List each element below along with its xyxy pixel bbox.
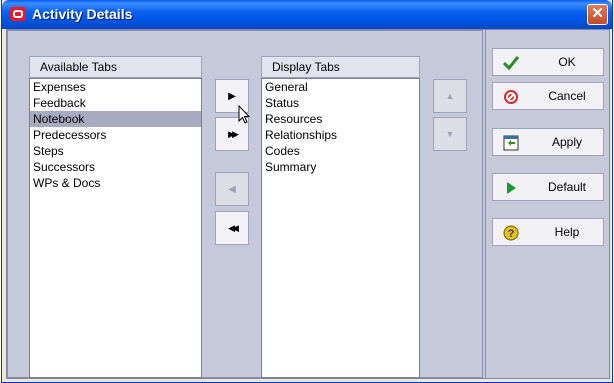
available-tabs-header: Available Tabs (29, 56, 202, 78)
display-tab-item[interactable]: Status (262, 95, 419, 111)
apply-button[interactable]: Apply (492, 128, 604, 156)
available-tab-item[interactable]: Predecessors (30, 127, 201, 143)
ok-label: OK (558, 55, 576, 69)
arrow-left-icon: ◀ (228, 183, 236, 195)
move-up-button[interactable]: ▲ (433, 79, 467, 113)
close-button[interactable]: ✕ (587, 4, 608, 25)
available-tabs-list[interactable]: Expenses Feedback Notebook Predecessors Step… (29, 78, 202, 378)
move-down-button[interactable]: ▼ (433, 117, 467, 151)
display-tab-item[interactable]: Resources (262, 111, 419, 127)
move-left-button[interactable]: ◀ (215, 172, 249, 206)
move-all-left-button[interactable]: ◀◀ (215, 211, 249, 245)
display-tab-item[interactable]: Relationships (262, 127, 419, 143)
double-arrow-right-icon: ▶▶ (228, 128, 239, 139)
available-tab-item[interactable]: WPs & Docs (30, 175, 201, 191)
available-tab-item[interactable]: Expenses (30, 79, 201, 95)
help-button[interactable]: ? Help (492, 218, 604, 246)
ok-button[interactable]: OK (492, 48, 604, 76)
action-buttons-panel: OK Cancel Apply Default ? Help (485, 30, 609, 378)
apply-icon (503, 135, 519, 151)
cancel-label: Cancel (548, 89, 586, 103)
double-arrow-left-icon: ◀◀ (228, 222, 239, 233)
display-tab-item[interactable]: Summary (262, 159, 419, 175)
display-tabs-list[interactable]: General Status Resources Relationships Codes… (261, 78, 420, 378)
arrow-right-icon: ▶ (228, 90, 236, 102)
activity-details-dialog: Activity Details ✕ Available Tabs Expens… (1, 0, 613, 383)
display-tabs-header: Display Tabs (261, 56, 420, 78)
dialog-body: Available Tabs Expenses Feedback Notebook P… (6, 29, 610, 379)
svg-text:?: ? (508, 228, 515, 240)
tab-configuration-panel: Available Tabs Expenses Feedback Notebook P… (7, 30, 483, 378)
display-tab-item[interactable]: Codes (262, 143, 419, 159)
apply-label: Apply (551, 135, 583, 149)
play-icon (503, 180, 519, 196)
arrow-up-icon: ▲ (445, 91, 455, 101)
available-tab-item[interactable]: Successors (30, 159, 201, 175)
cancel-icon (503, 89, 519, 105)
default-button[interactable]: Default (492, 173, 604, 201)
cancel-button[interactable]: Cancel (492, 82, 604, 110)
check-icon (503, 55, 519, 71)
title-bar[interactable]: Activity Details ✕ (2, 0, 612, 29)
window-title: Activity Details (32, 6, 133, 22)
app-icon (10, 7, 26, 21)
available-tab-item[interactable]: Notebook (30, 111, 201, 127)
available-tab-item[interactable]: Steps (30, 143, 201, 159)
mouse-pointer-icon (238, 104, 251, 128)
default-label: Default (547, 180, 587, 194)
help-label: Help (554, 225, 580, 239)
help-icon: ? (503, 225, 519, 241)
available-tab-item[interactable]: Feedback (30, 95, 201, 111)
arrow-down-icon: ▼ (445, 129, 455, 139)
display-tab-item[interactable]: General (262, 79, 419, 95)
